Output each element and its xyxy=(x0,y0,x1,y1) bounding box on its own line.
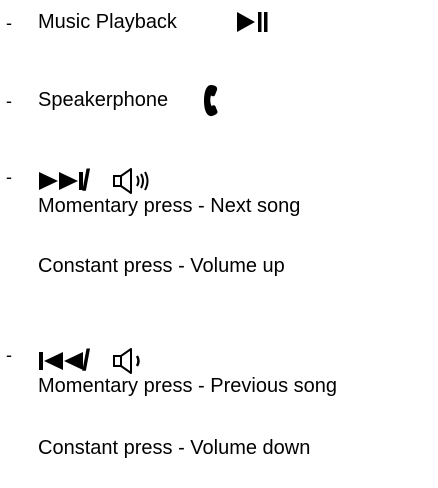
volume-up-description: Constant press - Volume up xyxy=(38,255,285,277)
bullet-dash: - xyxy=(6,345,12,365)
play-pause-icon xyxy=(236,10,270,34)
next-song-description: Momentary press - Next song xyxy=(38,195,301,217)
speakerphone-label: Speakerphone xyxy=(38,89,169,111)
volume-up-icon xyxy=(112,166,154,196)
volume-down-icon xyxy=(112,346,148,376)
music-playback-label: Music Playback xyxy=(38,11,177,33)
previous-song-description: Momentary press - Previous song xyxy=(38,375,338,397)
separator-slash: / xyxy=(82,164,91,197)
volume-down-description: Constant press - Volume down xyxy=(38,437,311,459)
phone-handset-icon xyxy=(203,84,227,118)
bullet-dash: - xyxy=(6,91,12,111)
bullet-dash: - xyxy=(6,167,12,187)
bullet-dash: - xyxy=(6,13,12,33)
separator-slash: / xyxy=(82,344,91,377)
